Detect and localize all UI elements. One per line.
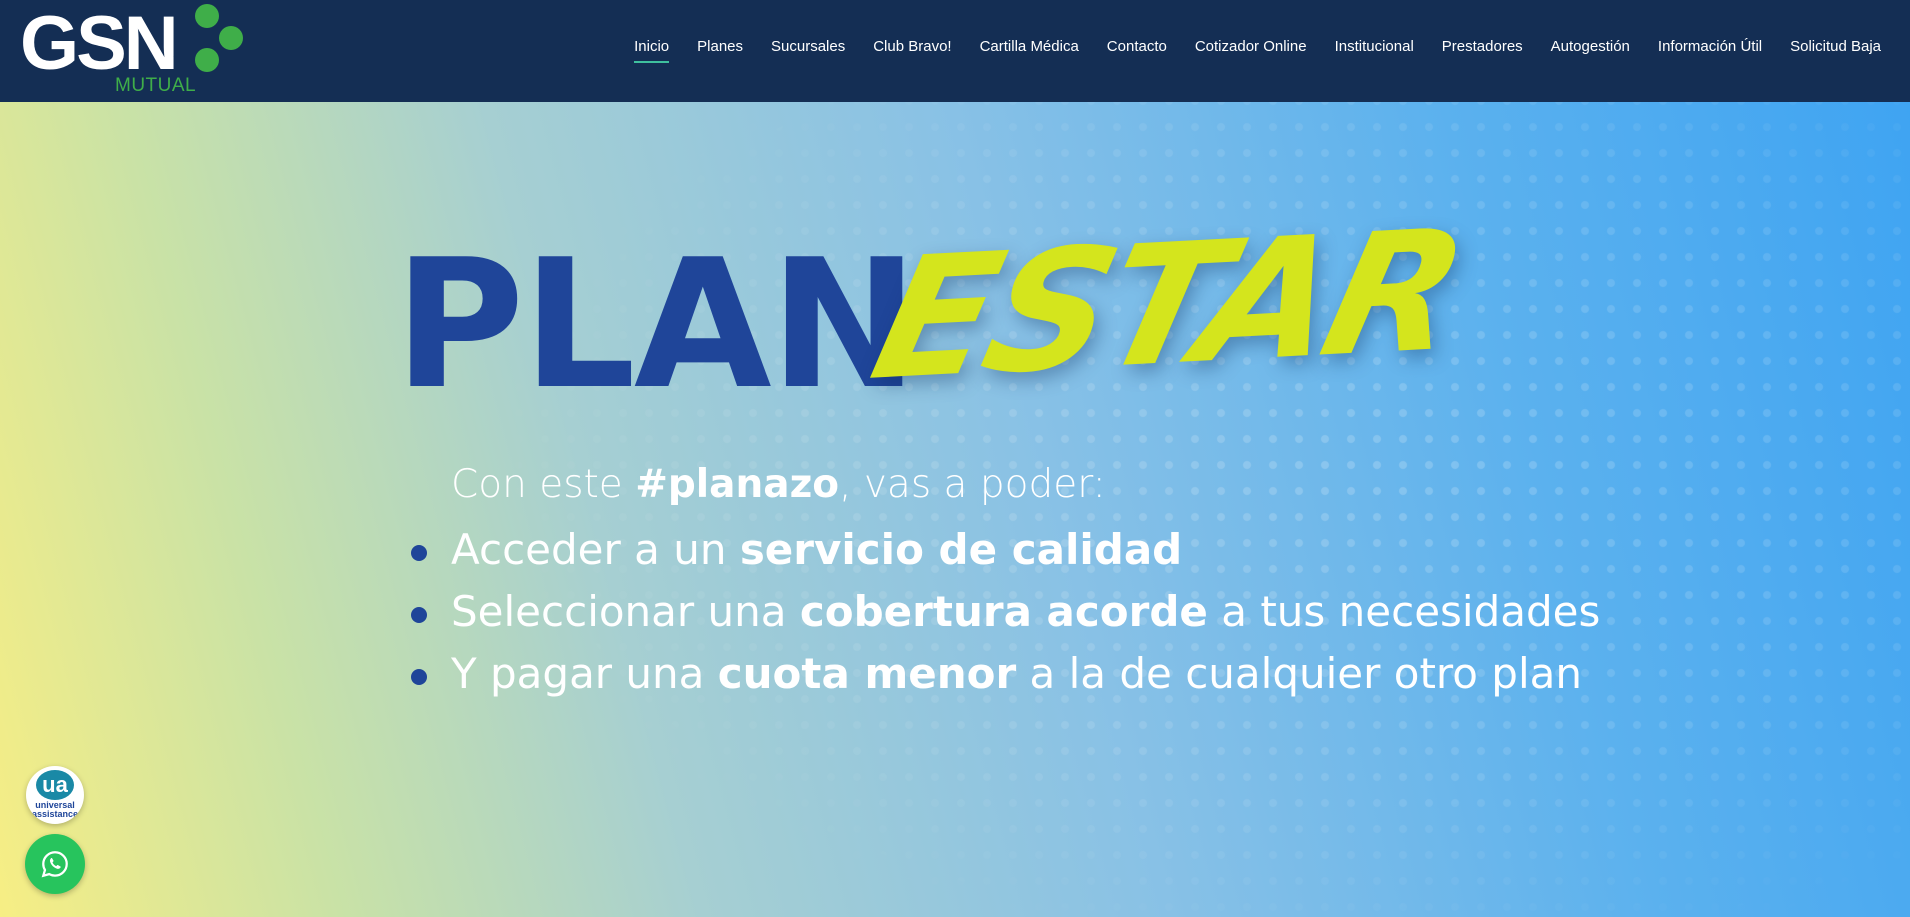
main-nav: Inicio Planes Sucursales Club Bravo! Car… [634,38,1881,63]
benefit-text: Acceder a un [451,525,740,574]
nav-item-contacto[interactable]: Contacto [1107,38,1167,55]
nav-item-informacion-util[interactable]: Información Útil [1658,38,1762,55]
nav-item-inicio[interactable]: Inicio [634,38,670,63]
nav-item-autogestion[interactable]: Autogestión [1551,38,1630,55]
benefit-text-end: a tus necesidades [1207,587,1601,636]
benefit-item: Acceder a un servicio de calidad [410,523,1183,577]
universal-assistance-logo-icon: ua [36,770,74,800]
nav-item-prestadores[interactable]: Prestadores [1442,38,1523,55]
nav-item-planes[interactable]: Planes [697,38,743,55]
gsn-mutual-logo[interactable]: GSN MUTUAL [20,4,260,100]
nav-item-cotizador-online[interactable]: Cotizador Online [1195,38,1307,55]
logo-subtext: MUTUAL [115,75,197,96]
benefit-highlight: cuota menor [717,649,1017,698]
nav-item-sucursales[interactable]: Sucursales [771,38,845,55]
universal-assistance-button[interactable]: ua universal assistance [26,766,84,824]
hero-title-plan: PLAN [394,221,919,428]
benefit-text: Seleccionar una [451,587,800,636]
nav-item-club-bravo[interactable]: Club Bravo! [873,38,951,55]
whatsapp-button[interactable] [25,834,85,894]
logo-text: GSN [20,1,179,86]
benefit-highlight: cobertura acorde [799,587,1208,636]
nav-item-solicitud-baja[interactable]: Solicitud Baja [1790,38,1881,55]
intro-hashtag: #planazo [635,462,840,507]
whatsapp-icon [41,851,68,878]
site-header: GSN MUTUAL Inicio Planes Sucursales Club… [0,0,1910,102]
universal-assistance-label: universal assistance [26,801,84,819]
ua-label-line2: assistance [31,809,79,819]
benefit-highlight: servicio de calidad [739,525,1183,574]
hero-title-estar: ESTAR [857,192,1478,418]
benefit-text: Y pagar una [451,649,718,698]
nav-item-cartilla-medica[interactable]: Cartilla Médica [980,38,1079,55]
nav-item-institucional[interactable]: Institucional [1335,38,1414,55]
intro-text: Con este [451,462,636,507]
intro-text-end: , vas a poder: [839,462,1106,507]
benefit-text-end: a la de cualquier otro plan [1016,649,1582,698]
logo-dots-icon [195,4,275,94]
benefit-item: Seleccionar una cobertura acorde a tus n… [410,585,1601,639]
benefit-item: Y pagar una cuota menor a la de cualquie… [411,647,1582,701]
hero-intro: Con este #planazo, vas a poder: [451,460,1106,510]
